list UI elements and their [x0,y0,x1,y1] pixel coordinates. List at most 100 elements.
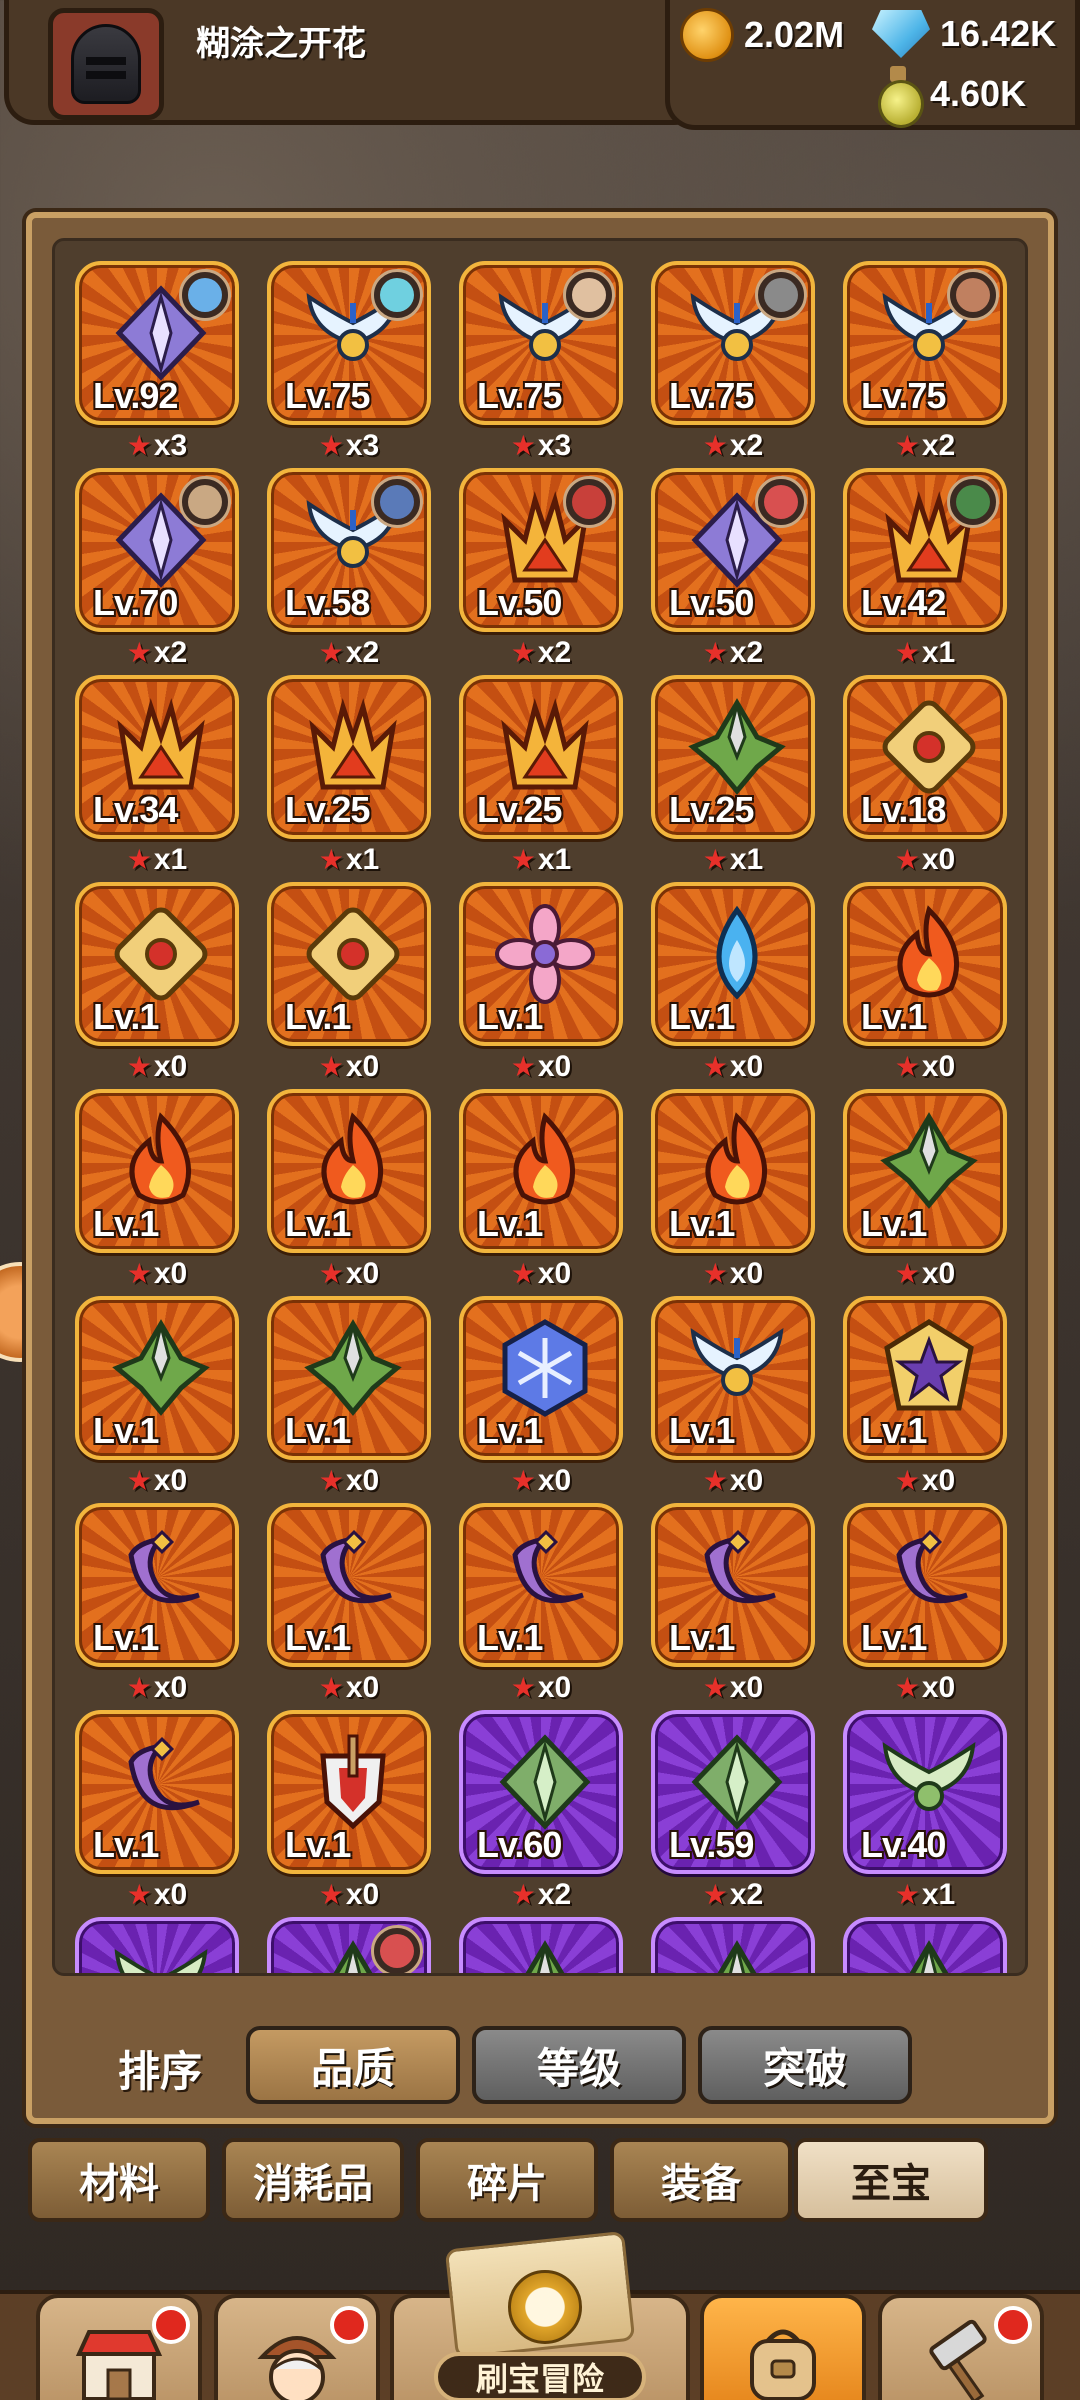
tab-fragments[interactable]: 碎片 [416,2138,598,2222]
treasure-tile[interactable]: Lv.1 [267,1503,431,1667]
treasure-card[interactable]: Lv.1 ★x0 [651,1089,815,1290]
sort-quality-button[interactable]: 品质 [246,2026,460,2104]
treasure-card[interactable]: Lv.60 ★x2 [459,1710,623,1911]
treasure-tile[interactable]: Lv.25 [267,675,431,839]
nav-backpack-button[interactable] [700,2294,866,2400]
treasure-tile[interactable]: Lv.1 [651,1089,815,1253]
diamond-currency[interactable]: 16.42K [872,10,1056,58]
treasure-tile[interactable]: Lv.1 [843,1296,1007,1460]
nav-shop-button[interactable] [36,2294,202,2400]
treasure-tile[interactable]: Lv.50 [651,468,815,632]
treasure-card[interactable]: Lv.75 ★x3 [459,261,623,462]
treasure-card[interactable]: Lv.1 ★x0 [75,1710,239,1911]
treasure-card[interactable]: Lv.1 ★x0 [459,1296,623,1497]
treasure-card[interactable]: Lv.1 ★x0 [459,882,623,1083]
treasure-tile[interactable] [651,1917,815,1973]
treasure-grid-scroll[interactable]: Lv.92 ★x3 Lv.75 ★x3 Lv.75 ★x3 Lv.75 ★x2 Lv.75 ★x2… [52,238,1028,1976]
treasure-tile[interactable]: Lv.1 [267,1296,431,1460]
treasure-tile[interactable]: Lv.1 [267,882,431,1046]
adventure-center[interactable]: 刷宝冒险 [390,2230,690,2400]
treasure-card[interactable]: Lv.92 ★x3 [75,261,239,462]
treasure-tile[interactable]: Lv.70 [75,468,239,632]
treasure-card[interactable]: Lv.25 ★x1 [267,675,431,876]
treasure-card[interactable]: Lv.50 ★x2 [651,468,815,669]
treasure-tile[interactable]: Lv.75 [843,261,1007,425]
treasure-tile[interactable] [75,1917,239,1973]
treasure-card[interactable]: Lv.75 ★x2 [651,261,815,462]
treasure-card[interactable] [651,1917,815,1973]
potion-currency[interactable]: 4.60K [876,66,1026,128]
treasure-card[interactable]: Lv.1 ★x0 [459,1089,623,1290]
treasure-card[interactable]: Lv.25 ★x1 [651,675,815,876]
treasure-tile[interactable]: Lv.1 [267,1710,431,1874]
treasure-tile[interactable]: Lv.58 [267,468,431,632]
treasure-card[interactable]: Lv.42 ★x1 [843,468,1007,669]
treasure-card[interactable]: Lv.1 ★x0 [75,1089,239,1290]
treasure-card[interactable]: Lv.58 ★x2 [267,468,431,669]
gold-currency[interactable]: 2.02M [680,8,844,62]
treasure-card[interactable] [459,1917,623,1973]
treasure-tile[interactable]: Lv.1 [75,1710,239,1874]
treasure-card[interactable]: Lv.1 ★x0 [651,882,815,1083]
treasure-card[interactable]: Lv.25 ★x1 [459,675,623,876]
treasure-tile[interactable]: Lv.1 [75,882,239,1046]
treasure-card[interactable]: Lv.1 ★x0 [75,1296,239,1497]
treasure-card[interactable]: Lv.40 ★x1 [843,1710,1007,1911]
treasure-tile[interactable]: Lv.1 [843,1089,1007,1253]
tab-materials[interactable]: 材料 [28,2138,210,2222]
treasure-card[interactable]: Lv.1 ★x0 [75,1503,239,1704]
treasure-card[interactable]: Lv.70 ★x2 [75,468,239,669]
treasure-tile[interactable]: Lv.1 [267,1089,431,1253]
treasure-card[interactable]: Lv.1 ★x0 [267,1089,431,1290]
treasure-tile[interactable]: Lv.75 [459,261,623,425]
sort-level-button[interactable]: 等级 [472,2026,686,2104]
treasure-card[interactable]: Lv.18 ★x0 [843,675,1007,876]
treasure-card[interactable]: Lv.1 ★x0 [651,1296,815,1497]
treasure-tile[interactable] [267,1917,431,1973]
treasure-tile[interactable]: Lv.1 [843,1503,1007,1667]
treasure-card[interactable]: Lv.1 ★x0 [267,1296,431,1497]
treasure-card[interactable]: Lv.1 ★x0 [267,1503,431,1704]
treasure-tile[interactable]: Lv.1 [651,882,815,1046]
treasure-card[interactable]: Lv.1 ★x0 [459,1503,623,1704]
treasure-tile[interactable]: Lv.1 [459,1503,623,1667]
nav-hero-button[interactable] [214,2294,380,2400]
treasure-card[interactable]: Lv.1 ★x0 [843,882,1007,1083]
treasure-tile[interactable]: Lv.25 [459,675,623,839]
treasure-card[interactable]: Lv.1 ★x0 [651,1503,815,1704]
treasure-tile[interactable]: Lv.60 [459,1710,623,1874]
tab-consumables[interactable]: 消耗品 [222,2138,404,2222]
treasure-tile[interactable]: Lv.59 [651,1710,815,1874]
treasure-card[interactable]: Lv.75 ★x3 [267,261,431,462]
treasure-tile[interactable]: Lv.92 [75,261,239,425]
treasure-tile[interactable]: Lv.75 [267,261,431,425]
treasure-card[interactable] [267,1917,431,1973]
treasure-tile[interactable]: Lv.1 [75,1296,239,1460]
treasure-card[interactable] [75,1917,239,1973]
treasure-tile[interactable]: Lv.42 [843,468,1007,632]
treasure-tile[interactable]: Lv.25 [651,675,815,839]
tab-treasures[interactable]: 至宝 [794,2138,988,2222]
treasure-tile[interactable] [843,1917,1007,1973]
treasure-card[interactable] [843,1917,1007,1973]
treasure-card[interactable]: Lv.50 ★x2 [459,468,623,669]
treasure-tile[interactable]: Lv.1 [459,1296,623,1460]
treasure-card[interactable]: Lv.75 ★x2 [843,261,1007,462]
treasure-tile[interactable]: Lv.50 [459,468,623,632]
tab-equipment[interactable]: 装备 [610,2138,792,2222]
treasure-card[interactable]: Lv.1 ★x0 [75,882,239,1083]
sort-breakthrough-button[interactable]: 突破 [698,2026,912,2104]
treasure-tile[interactable]: Lv.1 [75,1503,239,1667]
treasure-card[interactable]: Lv.1 ★x0 [843,1296,1007,1497]
avatar[interactable] [48,8,164,120]
treasure-tile[interactable]: Lv.1 [651,1503,815,1667]
treasure-card[interactable]: Lv.59 ★x2 [651,1710,815,1911]
treasure-card[interactable]: Lv.1 ★x0 [843,1089,1007,1290]
treasure-tile[interactable]: Lv.18 [843,675,1007,839]
treasure-card[interactable]: Lv.34 ★x1 [75,675,239,876]
treasure-tile[interactable]: Lv.75 [651,261,815,425]
treasure-tile[interactable]: Lv.1 [651,1296,815,1460]
treasure-tile[interactable]: Lv.1 [459,1089,623,1253]
treasure-card[interactable]: Lv.1 ★x0 [267,882,431,1083]
treasure-tile[interactable]: Lv.40 [843,1710,1007,1874]
